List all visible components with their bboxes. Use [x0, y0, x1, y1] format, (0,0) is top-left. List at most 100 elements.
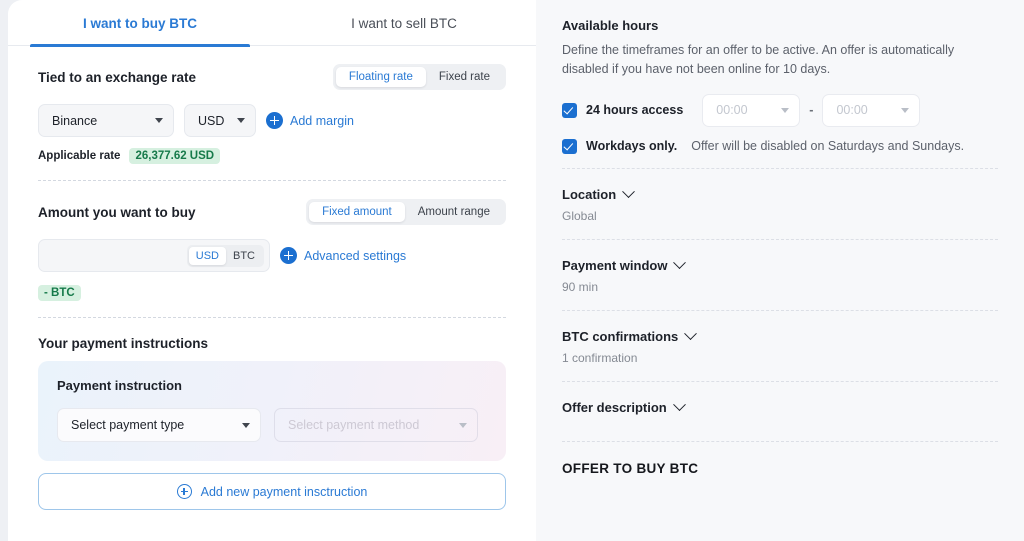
available-hours-description: Define the timeframes for an offer to be… — [562, 43, 955, 77]
amount-header: Amount you want to buy Fixed amount Amou… — [38, 199, 506, 225]
available-hours-section: Available hours Define the timeframes fo… — [562, 0, 998, 168]
currency-option-usd[interactable]: USD — [188, 246, 226, 265]
plus-circle-icon — [280, 247, 297, 264]
offer-form-body: Tied to an exchange rate Floating rate F… — [8, 46, 536, 510]
add-payment-instruction-label: Add new payment insctruction — [200, 484, 368, 499]
add-payment-instruction-button[interactable]: Add new payment insctruction — [38, 473, 506, 510]
currency-option-usd-label: USD — [195, 249, 219, 262]
payment-type-select[interactable]: Select payment type — [57, 408, 261, 442]
time-from-select[interactable]: 00:00 — [702, 93, 801, 127]
amount-input[interactable]: USD BTC — [38, 239, 270, 272]
currency-select[interactable]: USD — [184, 104, 256, 137]
chevron-down-icon — [673, 256, 687, 269]
rate-type-segmented-control: Floating rate Fixed rate — [332, 64, 506, 90]
time-to-value: 00:00 — [836, 103, 868, 118]
payment-method-select[interactable]: Select payment method — [274, 408, 478, 442]
chevron-down-icon — [622, 185, 636, 198]
location-section: Location Global — [562, 169, 998, 239]
exchange-rate-header: Tied to an exchange rate Floating rate F… — [38, 64, 506, 90]
workdays-only-note: Offer will be disabled on Saturdays and … — [691, 139, 965, 154]
chevron-down-icon — [155, 118, 163, 123]
payment-instruction-selects: Select payment type Select payment metho… — [57, 408, 487, 442]
seg-amount-range-label: Amount range — [417, 206, 490, 218]
amount-currency-toggle: USD BTC — [186, 244, 264, 267]
btc-amount-row: - BTC — [38, 283, 506, 301]
checkbox-24-hours-access[interactable] — [562, 102, 577, 118]
tab-sell-btc-label: I want to sell BTC — [351, 15, 457, 31]
offer-description-title: Offer description — [562, 399, 667, 415]
btc-confirmations-section: BTC confirmations 1 confirmation — [562, 311, 998, 381]
btc-confirmations-toggle[interactable]: BTC confirmations — [562, 327, 998, 344]
currency-option-btc-label: BTC — [233, 249, 255, 262]
applicable-rate-row: Applicable rate 26,377.62 USD — [38, 148, 506, 164]
seg-floating-rate[interactable]: Floating rate — [335, 67, 426, 87]
chevron-down-icon — [237, 118, 245, 123]
offer-description-toggle[interactable]: Offer description — [562, 398, 998, 415]
time-range-separator: - — [809, 103, 814, 118]
applicable-rate-value: 26,377.62 USD — [129, 148, 221, 164]
exchange-rate-title: Tied to an exchange rate — [38, 69, 197, 85]
currency-select-value: USD — [198, 113, 225, 128]
chevron-down-icon — [901, 107, 910, 113]
chevron-down-icon — [459, 422, 467, 428]
payment-instructions-title: Your payment instructions — [38, 336, 209, 351]
offer-description-section: Offer description — [562, 382, 998, 441]
chevron-down-icon — [672, 398, 686, 411]
btc-confirmations-title: BTC confirmations — [562, 328, 679, 344]
chevron-down-icon — [781, 107, 790, 113]
seg-fixed-rate[interactable]: Fixed rate — [426, 67, 503, 87]
currency-option-btc[interactable]: BTC — [226, 247, 262, 265]
location-title: Location — [562, 186, 617, 202]
location-toggle[interactable]: Location — [562, 185, 998, 202]
seg-fixed-rate-label: Fixed rate — [438, 71, 490, 83]
add-margin-button[interactable]: Add margin — [266, 112, 354, 129]
amount-title: Amount you want to buy — [38, 204, 196, 220]
workdays-only-row: Workdays only. Offer will be disabled on… — [562, 138, 998, 154]
payment-window-title: Payment window — [562, 257, 668, 273]
plus-circle-outline-icon — [176, 484, 192, 499]
payment-instruction-card: Payment instruction Select payment type … — [38, 361, 506, 461]
amount-type-segmented-control: Fixed amount Amount range — [306, 199, 506, 225]
amount-section: Amount you want to buy Fixed amount Amou… — [38, 181, 506, 317]
chevron-down-icon — [684, 327, 698, 340]
24-hours-access-row: 24 hours access 00:00 - 00:00 — [562, 93, 998, 127]
seg-floating-rate-label: Floating rate — [348, 71, 413, 83]
checkbox-24-hours-access-label: 24 hours access — [586, 103, 684, 118]
available-hours-title: Available hours — [562, 18, 659, 33]
advanced-settings-button[interactable]: Advanced settings — [280, 247, 406, 264]
btc-confirmations-value: 1 confirmation — [562, 350, 638, 365]
time-to-select[interactable]: 00:00 — [822, 93, 921, 127]
exchange-rate-section: Tied to an exchange rate Floating rate F… — [38, 46, 506, 180]
offer-to-buy-btc-title: OFFER TO BUY BTC — [562, 460, 699, 476]
exchange-select-value: Binance — [52, 113, 98, 128]
exchange-select[interactable]: Binance — [38, 104, 174, 137]
btc-amount-chip: - BTC — [38, 285, 81, 301]
offer-settings-panel: Available hours Define the timeframes fo… — [536, 0, 1024, 541]
payment-window-value: 90 min — [562, 279, 599, 294]
payment-instructions-section: Your payment instructions Payment instru… — [38, 318, 506, 510]
advanced-settings-label: Advanced settings — [304, 248, 407, 263]
seg-amount-range[interactable]: Amount range — [405, 202, 503, 222]
offer-creation-page: I want to buy BTC I want to sell BTC Tie… — [0, 0, 1024, 541]
offer-form-panel: I want to buy BTC I want to sell BTC Tie… — [8, 0, 536, 541]
payment-window-toggle[interactable]: Payment window — [562, 256, 998, 273]
checkbox-workdays-only[interactable] — [562, 138, 577, 154]
checkbox-workdays-only-label: Workdays only. — [586, 139, 678, 154]
time-from-value: 00:00 — [716, 103, 748, 118]
payment-instruction-card-title: Payment instruction — [57, 378, 182, 393]
tab-sell-btc[interactable]: I want to sell BTC — [272, 0, 536, 46]
seg-fixed-amount-label: Fixed amount — [322, 206, 392, 218]
exchange-rate-controls: Binance USD Add margin — [38, 104, 506, 137]
time-range-group: 00:00 - 00:00 — [702, 93, 921, 127]
payment-method-select-value: Select payment method — [288, 418, 420, 432]
location-value: Global — [562, 208, 597, 223]
tab-buy-btc-label: I want to buy BTC — [83, 15, 197, 31]
seg-fixed-amount[interactable]: Fixed amount — [309, 202, 405, 222]
chevron-down-icon — [242, 422, 250, 428]
plus-circle-icon — [266, 112, 283, 129]
tab-buy-btc[interactable]: I want to buy BTC — [8, 0, 272, 47]
add-margin-label: Add margin — [290, 113, 354, 128]
amount-controls: USD BTC Advanced settings — [38, 239, 506, 272]
payment-window-section: Payment window 90 min — [562, 240, 998, 310]
applicable-rate-label: Applicable rate — [38, 150, 121, 162]
